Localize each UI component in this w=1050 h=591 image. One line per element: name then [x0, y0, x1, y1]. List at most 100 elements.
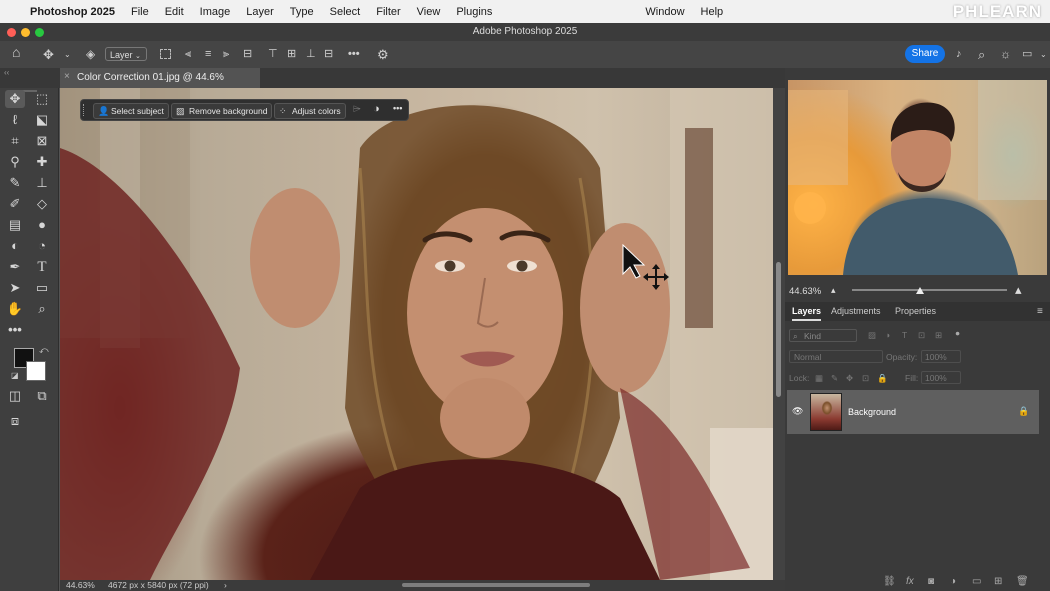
- menu-image[interactable]: Image: [192, 6, 239, 18]
- crop-icon[interactable]: ⌗: [5, 132, 25, 150]
- menu-type[interactable]: Type: [282, 6, 322, 18]
- edit-toolbar-icon[interactable]: •••: [5, 321, 25, 339]
- lock-all-icon[interactable]: 🔒: [877, 373, 888, 384]
- group-icon[interactable]: ▭: [972, 572, 981, 591]
- brush-icon[interactable]: ✎: [5, 174, 25, 192]
- navigator-zoom-slider[interactable]: [852, 289, 1007, 291]
- blur-icon[interactable]: ●: [32, 216, 52, 234]
- filter-smart-object-icon[interactable]: ⊞: [935, 330, 942, 341]
- status-zoom[interactable]: 44.63%: [66, 580, 95, 591]
- select-subject-button[interactable]: 👤 Select subject: [93, 103, 169, 119]
- eyedropper-icon[interactable]: ⚲: [5, 153, 25, 171]
- dodge-icon[interactable]: ◐: [5, 237, 25, 255]
- distribute-vertical-icon[interactable]: ⊟: [324, 47, 333, 62]
- lock-position-icon[interactable]: ✥: [846, 373, 853, 384]
- distribute-icon[interactable]: ⊟: [243, 47, 252, 62]
- smudge-icon[interactable]: ◔: [32, 237, 52, 255]
- menu-plugins[interactable]: Plugins: [448, 6, 500, 18]
- filter-toggle-icon[interactable]: ●: [955, 328, 960, 338]
- collapse-toolbar-icon[interactable]: ‹‹: [4, 68, 9, 77]
- align-left-icon[interactable]: ⫷: [185, 47, 191, 62]
- frame-icon[interactable]: ⊠: [32, 132, 52, 150]
- screen-mode-icon[interactable]: ⧉: [32, 387, 52, 405]
- blend-mode-dropdown[interactable]: Normal: [789, 350, 883, 363]
- adjustment-layer-icon[interactable]: ◑: [950, 572, 956, 591]
- hand-icon[interactable]: ✋: [5, 300, 25, 318]
- trash-icon[interactable]: 🗑: [1016, 572, 1029, 591]
- status-arrow-icon[interactable]: ›: [224, 580, 227, 591]
- adjustment-icon[interactable]: ◑: [373, 103, 380, 115]
- horizontal-scroll-thumb[interactable]: [402, 583, 590, 587]
- eraser-icon[interactable]: ◇: [32, 195, 52, 213]
- gear-icon[interactable]: ⚙: [377, 47, 389, 62]
- zoom-in-icon[interactable]: ▴: [1015, 282, 1022, 298]
- new-layer-icon[interactable]: ⊞: [994, 572, 1002, 591]
- background-color-swatch[interactable]: [26, 361, 46, 381]
- more-icon[interactable]: •••: [393, 103, 402, 113]
- navigator-zoom-value[interactable]: 44.63%: [789, 286, 821, 297]
- move-icon[interactable]: ✥: [5, 90, 25, 108]
- transform-icon[interactable]: ⌲: [353, 104, 361, 115]
- stamp-icon[interactable]: ⊥: [32, 174, 52, 192]
- home-icon[interactable]: ⌂: [12, 45, 20, 60]
- lock-transparent-icon[interactable]: ▦: [815, 373, 823, 384]
- lock-artboard-icon[interactable]: ⊡: [862, 373, 869, 384]
- lock-pixels-icon[interactable]: ✎: [831, 373, 838, 384]
- marquee-icon[interactable]: ⬚: [32, 90, 52, 108]
- gradient-icon[interactable]: ▤: [5, 216, 25, 234]
- transform-controls-icon[interactable]: [160, 49, 171, 59]
- rectangle-icon[interactable]: ▭: [32, 279, 52, 297]
- add-mask-icon[interactable]: ◙: [928, 572, 934, 591]
- move-tool-preset-icon[interactable]: ✥: [43, 47, 54, 62]
- menu-select[interactable]: Select: [322, 6, 369, 18]
- chevron-down-icon[interactable]: ⌄: [1040, 47, 1047, 62]
- menu-app-name[interactable]: Photoshop 2025: [22, 6, 123, 18]
- type-icon[interactable]: T: [32, 258, 52, 276]
- menu-edit[interactable]: Edit: [157, 6, 192, 18]
- minimize-window-button[interactable]: [21, 28, 30, 37]
- menu-help[interactable]: Help: [693, 6, 732, 18]
- eye-icon[interactable]: 👁: [792, 406, 803, 417]
- menu-file[interactable]: File: [123, 6, 157, 18]
- layer-filter-kind[interactable]: ⌕ Kind: [789, 329, 857, 342]
- generative-icon[interactable]: ⧈: [5, 412, 25, 430]
- search-icon[interactable]: ⌕: [978, 47, 985, 62]
- tab-layers[interactable]: Layers: [792, 302, 822, 321]
- zoom-out-icon[interactable]: ▴: [831, 285, 836, 296]
- tab-properties[interactable]: Properties: [895, 302, 936, 321]
- workspace-icon[interactable]: ▭: [1022, 47, 1032, 62]
- menu-layer[interactable]: Layer: [238, 6, 282, 18]
- path-select-icon[interactable]: ➤: [5, 279, 25, 297]
- zoom-icon[interactable]: ⌕: [32, 300, 52, 318]
- opacity-field[interactable]: 100%: [921, 350, 961, 363]
- align-right-icon[interactable]: ⫸: [223, 47, 229, 62]
- chevron-down-icon[interactable]: ⌄: [64, 47, 71, 62]
- tab-adjustments[interactable]: Adjustments: [831, 302, 881, 321]
- document-canvas[interactable]: [60, 88, 773, 580]
- layer-name[interactable]: Background: [848, 407, 896, 417]
- remove-background-button[interactable]: ▨ Remove background: [171, 103, 273, 119]
- pen-icon[interactable]: ✒: [5, 258, 25, 276]
- filter-shape-icon[interactable]: ⊡: [918, 330, 925, 341]
- align-top-icon[interactable]: ⊤: [268, 47, 278, 62]
- history-brush-icon[interactable]: ✐: [5, 195, 25, 213]
- quick-mask-icon[interactable]: ◫: [5, 387, 25, 405]
- auto-select-dropdown[interactable]: Layer ⌄: [105, 47, 147, 61]
- auto-select-icon[interactable]: ◈: [86, 47, 95, 62]
- default-colors-icon[interactable]: ◪: [11, 371, 19, 380]
- menu-view[interactable]: View: [409, 6, 449, 18]
- navigator-zoom-knob[interactable]: [916, 287, 924, 294]
- bell-icon[interactable]: ♪: [956, 47, 962, 62]
- fill-field[interactable]: 100%: [921, 371, 961, 384]
- healing-icon[interactable]: ✚: [32, 153, 52, 171]
- filter-pixel-icon[interactable]: ▨: [868, 330, 876, 341]
- filter-type-icon[interactable]: T: [902, 330, 907, 340]
- align-bottom-icon[interactable]: ⊥: [306, 47, 316, 62]
- lasso-icon[interactable]: ℓ: [5, 111, 25, 129]
- swap-colors-icon[interactable]: ⤺: [39, 345, 49, 356]
- taskbar-grip[interactable]: [83, 104, 86, 116]
- panel-menu-icon[interactable]: ≡: [1037, 302, 1043, 321]
- layer-thumbnail[interactable]: [810, 393, 842, 431]
- close-tab-icon[interactable]: ×: [64, 71, 70, 82]
- align-center-icon[interactable]: ≡: [205, 47, 211, 62]
